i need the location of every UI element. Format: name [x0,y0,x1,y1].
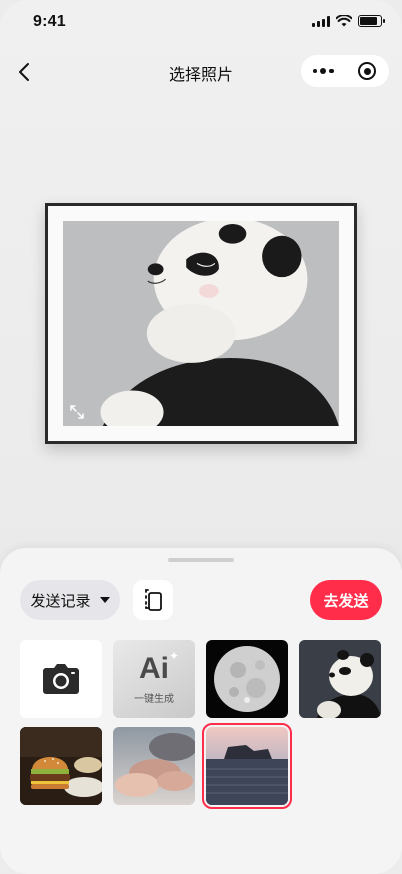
clouds-illustration [113,727,195,805]
copy-screen-button[interactable] [133,580,173,620]
moon-illustration [214,646,280,712]
ai-generate-tile[interactable]: Ai ✦ 一键生成 [113,640,195,718]
panda-thumb-illustration [299,640,381,718]
sheet-handle[interactable] [168,558,234,562]
expand-icon[interactable] [69,404,85,420]
wifi-icon [336,15,352,27]
battery-level [360,17,377,25]
copy-screen-icon [145,589,162,611]
send-history-dropdown[interactable]: 发送记录 [20,580,120,620]
camera-icon [43,664,79,694]
camera-tile[interactable] [20,640,102,718]
photo-frame-preview [45,203,357,444]
phone-screen: 9:41 选择照片 发送记录 去发送 Ai ✦ 一键生成 [0,0,402,874]
battery-icon [358,15,385,27]
target-close-icon [358,62,376,80]
status-icons [312,15,385,27]
close-mini-program-button[interactable] [345,55,389,87]
ai-logo-icon: Ai ✦ [139,648,179,685]
photo-picker-sheet: 发送记录 去发送 Ai ✦ 一键生成 [0,548,402,874]
sea-rock-illustration [206,727,288,805]
more-dots-icon [312,68,317,74]
sea-rock-photo[interactable] [202,723,292,809]
moon-photo[interactable] [206,640,288,718]
signal-icon [312,15,330,27]
frame-mat [48,206,354,441]
mini-program-capsule [301,55,389,87]
panda-illustration [63,221,339,426]
nav-bar: 选择照片 [0,52,402,92]
burger-photo[interactable] [20,727,102,805]
more-button[interactable] [301,55,345,87]
ai-generate-label: 一键生成 [134,693,174,705]
status-bar: 9:41 [0,0,402,44]
send-button[interactable]: 去发送 [310,580,382,620]
panda-photo[interactable] [63,221,339,426]
clouds-photo[interactable] [113,727,195,805]
send-history-label: 发送记录 [30,592,91,610]
burger-illustration [20,727,102,805]
caret-down-icon [99,597,110,603]
sparkle-icon: ✦ [168,648,179,663]
panda-photo[interactable] [299,640,381,718]
status-time: 9:41 [33,13,66,30]
